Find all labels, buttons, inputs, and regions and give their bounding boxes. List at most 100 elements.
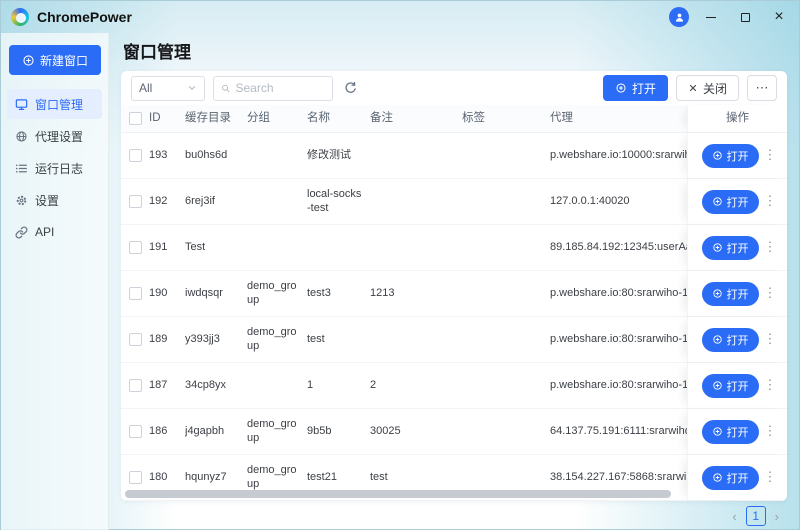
row-open-label: 打开: [727, 286, 749, 302]
minimize-icon: [706, 17, 716, 18]
row-more-icon[interactable]: ⋮: [764, 377, 774, 393]
table-row: 186 j4gapbh demo_group 9b5b 30025 64.137…: [121, 409, 787, 455]
row-checkbox[interactable]: [129, 379, 142, 392]
row-open-button[interactable]: 打开: [702, 466, 759, 490]
sidebar-item-settings[interactable]: 设置: [7, 185, 102, 215]
sidebar-item-proxy-settings[interactable]: 代理设置: [7, 121, 102, 151]
main-content: 窗口管理 All: [109, 33, 799, 530]
more-actions-button[interactable]: ⋯: [747, 75, 777, 101]
cell-cache-dir: 6rej3if: [185, 195, 247, 209]
sidebar-item-label: 运行日志: [35, 160, 83, 177]
cell-proxy: p.webshare.io:80:srarwiho-1:atonupx: [550, 287, 687, 301]
cell-proxy: 38.154.227.167:5868:srarwiho:atonup: [550, 471, 687, 485]
maximize-button[interactable]: [733, 6, 757, 28]
row-more-icon[interactable]: ⋮: [764, 147, 774, 163]
header-cache-dir: 缓存目录: [185, 111, 247, 125]
close-selected-button[interactable]: 关闭: [676, 75, 739, 101]
cell-id: 190: [149, 287, 185, 301]
row-open-button[interactable]: 打开: [702, 374, 759, 398]
cell-remark: 30025: [370, 425, 462, 439]
close-x-icon: [688, 83, 698, 93]
cell-id: 189: [149, 333, 185, 347]
row-checkbox[interactable]: [129, 195, 142, 208]
row-open-button[interactable]: 打开: [702, 236, 759, 260]
row-open-button[interactable]: 打开: [702, 282, 759, 306]
new-window-label: 新建窗口: [40, 52, 88, 69]
table-row: 192 6rej3if local-socks-test 127.0.0.1:4…: [121, 179, 787, 225]
row-more-icon[interactable]: ⋮: [764, 285, 774, 301]
row-checkbox[interactable]: [129, 471, 142, 484]
row-checkbox[interactable]: [129, 149, 142, 162]
scrollbar-thumb[interactable]: [125, 490, 671, 498]
page-number[interactable]: 1: [746, 506, 766, 526]
cell-cache-dir: j4gapbh: [185, 425, 247, 439]
next-page-icon[interactable]: ›: [773, 509, 781, 524]
user-avatar[interactable]: [669, 7, 689, 27]
row-more-icon[interactable]: ⋮: [764, 193, 774, 209]
header-name: 名称: [307, 111, 370, 125]
cell-name: 1: [307, 379, 370, 393]
table-header: ID 缓存目录 分组 名称 备注 标签 代理 操作: [121, 105, 787, 133]
minimize-button[interactable]: [699, 6, 723, 28]
close-selected-label: 关闭: [703, 80, 727, 97]
cell-remark: 1213: [370, 287, 462, 301]
row-open-button[interactable]: 打开: [702, 420, 759, 444]
close-icon: ×: [774, 9, 783, 25]
table-row: 191 Test 89.185.84.192:12345:userAazd312…: [121, 225, 787, 271]
table-body: 193 bu0hs6d 修改测试 p.webshare.io:10000:sra…: [121, 133, 787, 501]
maximize-icon: [741, 13, 750, 22]
page-title: 窗口管理: [123, 42, 787, 64]
open-icon: [615, 82, 627, 94]
gear-icon: [15, 194, 28, 207]
row-more-icon[interactable]: ⋮: [764, 423, 774, 439]
filter-select-value: All: [139, 81, 152, 95]
refresh-button[interactable]: [341, 79, 359, 97]
sidebar-item-api[interactable]: API: [7, 217, 102, 247]
filter-select[interactable]: All: [131, 76, 205, 101]
open-icon: [712, 196, 723, 207]
cell-group: demo_group: [247, 464, 307, 492]
cell-proxy: p.webshare.io:10000:srarwiho-1:atonu: [550, 149, 687, 163]
header-proxy: 代理: [550, 111, 687, 125]
header-group: 分组: [247, 111, 307, 125]
window-icon: [15, 98, 28, 111]
sidebar-item-label: API: [35, 225, 54, 239]
search-input[interactable]: [235, 81, 325, 95]
cell-name: local-socks-test: [307, 188, 370, 216]
row-checkbox[interactable]: [129, 333, 142, 346]
row-checkbox[interactable]: [129, 241, 142, 254]
cell-name: 9b5b: [307, 425, 370, 439]
open-selected-button[interactable]: 打开: [603, 75, 668, 101]
row-open-label: 打开: [727, 470, 749, 486]
row-more-icon[interactable]: ⋮: [764, 331, 774, 347]
cell-group: demo_group: [247, 326, 307, 354]
header-remark: 备注: [370, 111, 462, 125]
cell-proxy: 64.137.75.191:6111:srarwiho:atonupx: [550, 425, 687, 439]
cell-id: 193: [149, 149, 185, 163]
row-open-button[interactable]: 打开: [702, 190, 759, 214]
select-all-checkbox[interactable]: [129, 112, 142, 125]
sidebar-item-run-logs[interactable]: 运行日志: [7, 153, 102, 183]
row-open-label: 打开: [727, 424, 749, 440]
sidebar-item-window-manage[interactable]: 窗口管理: [7, 89, 102, 119]
app-title: ChromePower: [37, 9, 132, 25]
refresh-icon: [343, 81, 357, 95]
cell-id: 191: [149, 241, 185, 255]
row-open-button[interactable]: 打开: [702, 328, 759, 352]
cell-cache-dir: hqunyz7: [185, 471, 247, 485]
row-open-button[interactable]: 打开: [702, 144, 759, 168]
open-selected-label: 打开: [632, 80, 656, 97]
row-checkbox[interactable]: [129, 287, 142, 300]
row-open-label: 打开: [727, 378, 749, 394]
cell-name: 修改测试: [307, 149, 370, 163]
new-window-button[interactable]: 新建窗口: [9, 45, 101, 75]
prev-page-icon[interactable]: ‹: [730, 509, 738, 524]
open-icon: [712, 242, 723, 253]
cell-remark: test: [370, 471, 462, 485]
row-more-icon[interactable]: ⋮: [764, 469, 774, 485]
close-button[interactable]: ×: [767, 6, 791, 28]
cell-group: demo_group: [247, 418, 307, 446]
row-more-icon[interactable]: ⋮: [764, 239, 774, 255]
row-checkbox[interactable]: [129, 425, 142, 438]
cell-cache-dir: Test: [185, 241, 247, 255]
